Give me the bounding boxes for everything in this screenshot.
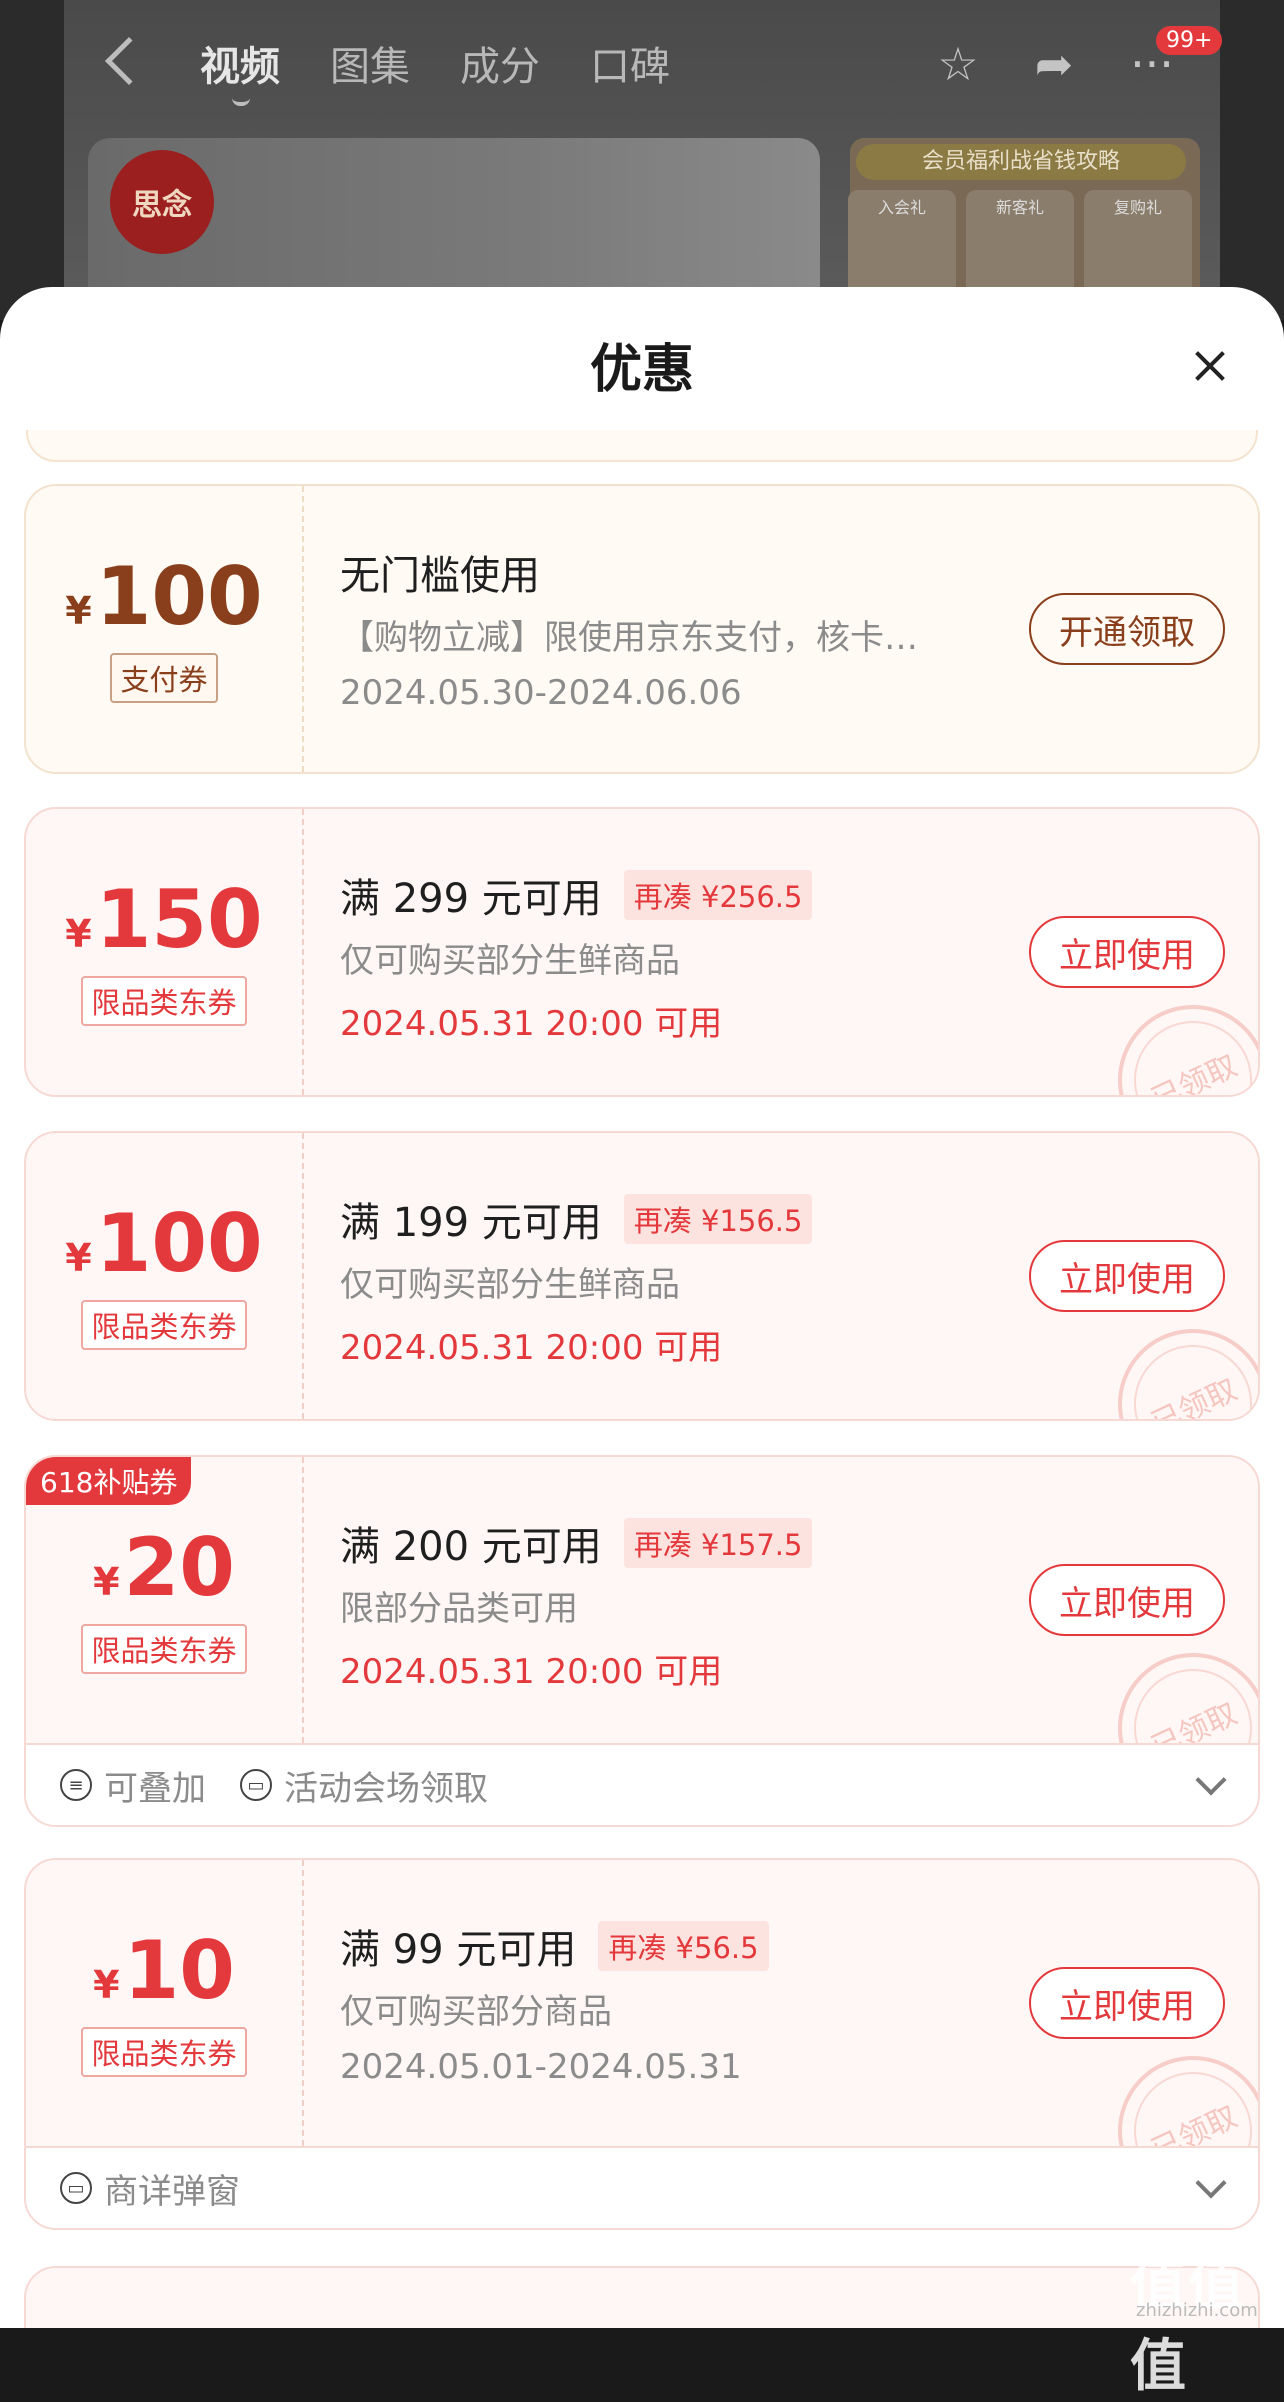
coupon-value: ¥ 100 支付券 (26, 486, 304, 772)
background-tabs: 视频 图集 成分 口碑 (200, 34, 670, 92)
currency-symbol: ¥ (65, 1236, 92, 1280)
use-now-button[interactable]: 立即使用 (1029, 916, 1225, 988)
coupon-type-tag: 限品类东券 (81, 2027, 247, 2077)
star-icon: ☆ (937, 37, 979, 91)
coupon-card: 618补贴券 ¥ 20 限品类东券 满 200 元可用 再凑 ¥157.5 限部… (24, 1455, 1260, 1827)
coupon-desc: 仅可购买部分生鲜商品 (340, 941, 680, 981)
activate-claim-button[interactable]: 开通领取 (1029, 593, 1225, 665)
coupon-footer[interactable]: ≡ 可叠加 ▭ 活动会场领取 (26, 1743, 1258, 1825)
coupon-desc: 限部分品类可用 (340, 1589, 578, 1629)
coupon-card: ¥ 100 支付券 无门槛使用 【购物立减】限使用京东支付，核卡… 2024.0… (24, 484, 1260, 774)
brand-logo: 思念 (110, 150, 214, 254)
ticket-icon: ▭ (240, 1769, 272, 1801)
member-benefits-title: 会员福利战省钱攻略 (856, 144, 1186, 180)
watermark-logo: 值值值 (1130, 2253, 1246, 2399)
coupon-info: 满 99 元可用 再凑 ¥56.5 仅可购买部分商品 2024.05.01-20… (340, 1916, 1010, 2087)
currency-symbol: ¥ (93, 1963, 120, 2007)
currency-symbol: ¥ (65, 589, 92, 633)
source-label: 活动会场领取 (284, 1768, 488, 1809)
use-now-button[interactable]: 立即使用 (1029, 1967, 1225, 2039)
chevron-down-icon[interactable] (1195, 2167, 1227, 2199)
coupon-type-tag: 支付券 (110, 653, 218, 703)
tab-gallery: 图集 (330, 44, 410, 90)
coupon-date: 2024.05.30-2024.06.06 (340, 673, 742, 713)
claimed-stamp: 已领取 (1093, 1304, 1258, 1419)
notification-badge: 99+ (1156, 26, 1223, 55)
source-info: ▭ 活动会场领取 (240, 1761, 488, 1810)
coupon-amount: 10 (123, 1924, 235, 2017)
currency-symbol: ¥ (93, 1560, 120, 1604)
tab-ingredients: 成分 (460, 44, 540, 90)
stackable-label: 可叠加 (104, 1768, 206, 1809)
coupon-amount: 20 (123, 1521, 235, 1614)
source-label: 商详弹窗 (104, 2171, 240, 2212)
coupon-condition: 满 199 元可用 (340, 1200, 602, 1246)
coupon-amount: 100 (95, 1197, 263, 1290)
use-now-button[interactable]: 立即使用 (1029, 1240, 1225, 1312)
coupon-card-partial (26, 430, 1258, 462)
coupon-desc: 【购物立减】限使用京东支付，核卡… (340, 618, 918, 658)
coupon-date: 2024.05.31 20:00 可用 (340, 1004, 723, 1044)
coupon-type-tag: 限品类东券 (81, 1300, 247, 1350)
coupon-type-tag: 限品类东券 (81, 1624, 247, 1674)
coupon-card: ¥ 10 限品类东券 满 99 元可用 再凑 ¥56.5 仅可购买部分商品 20… (24, 1858, 1260, 2230)
coupon-type-tag: 限品类东券 (81, 976, 247, 1026)
coupon-desc: 仅可购买部分生鲜商品 (340, 1265, 680, 1305)
stack-icon: ≡ (60, 1769, 92, 1801)
coupon-date: 2024.05.31 20:00 可用 (340, 1328, 723, 1368)
currency-symbol: ¥ (65, 912, 92, 956)
watermark-url: zhizhizhi.com (1136, 2300, 1258, 2321)
coupon-list[interactable]: ¥ 100 支付券 无门槛使用 【购物立减】限使用京东支付，核卡… 2024.0… (0, 430, 1284, 2328)
remaining-amount-pill: 再凑 ¥56.5 (598, 1921, 769, 1971)
remaining-amount-pill: 再凑 ¥157.5 (623, 1518, 813, 1568)
source-info: ▭ 商详弹窗 (60, 2164, 240, 2213)
coupon-date: 2024.05.01-2024.05.31 (340, 2047, 742, 2087)
coupon-date: 2024.05.31 20:00 可用 (340, 1652, 723, 1692)
use-now-button[interactable]: 立即使用 (1029, 1564, 1225, 1636)
coupon-info: 满 299 元可用 再凑 ¥256.5 仅可购买部分生鲜商品 2024.05.3… (340, 865, 1010, 1045)
tab-reviews: 口碑 (590, 44, 670, 90)
remaining-amount-pill: 再凑 ¥156.5 (623, 1194, 813, 1244)
share-icon: ➦ (1034, 37, 1074, 91)
coupon-sheet: 优惠 ¥ 100 支付券 无门槛使用 【购物立减】限使用京东支付，核卡… 202… (0, 287, 1284, 2328)
chevron-down-icon[interactable] (1195, 1764, 1227, 1796)
coupon-value: ¥ 150 限品类东券 (26, 809, 304, 1095)
coupon-condition: 满 99 元可用 (340, 1927, 577, 1973)
back-icon (104, 36, 154, 86)
sheet-title: 优惠 (589, 340, 694, 400)
coupon-condition: 无门槛使用 (340, 553, 540, 599)
claimed-stamp: 已领取 (1093, 980, 1258, 1095)
stackable-info: ≡ 可叠加 (60, 1761, 206, 1810)
subsidy-corner-tag: 618补贴券 (26, 1457, 192, 1505)
coupon-amount: 100 (95, 550, 263, 643)
ticket-icon: ▭ (60, 2172, 92, 2204)
remaining-amount-pill: 再凑 ¥256.5 (623, 870, 813, 920)
coupon-value: ¥ 10 限品类东券 (26, 1860, 304, 2146)
coupon-condition: 满 200 元可用 (340, 1524, 602, 1570)
coupon-condition: 满 299 元可用 (340, 876, 602, 922)
active-tab-indicator (232, 92, 250, 106)
coupon-card: ¥ 100 限品类东券 满 199 元可用 再凑 ¥156.5 仅可购买部分生鲜… (24, 1131, 1260, 1421)
coupon-info: 满 199 元可用 再凑 ¥156.5 仅可购买部分生鲜商品 2024.05.3… (340, 1189, 1010, 1369)
background-app: 视频 图集 成分 口碑 ☆ ➦ ··· 99+ 思念 会员福利战省钱攻略 入会礼… (0, 0, 1284, 320)
close-icon[interactable] (1188, 345, 1232, 389)
coupon-value: ¥ 100 限品类东券 (26, 1133, 304, 1419)
tab-video: 视频 (200, 44, 280, 90)
coupon-card-partial (24, 2266, 1260, 2328)
coupon-footer[interactable]: ▭ 商详弹窗 (26, 2146, 1258, 2228)
coupon-card: ¥ 150 限品类东券 满 299 元可用 再凑 ¥256.5 仅可购买部分生鲜… (24, 807, 1260, 1097)
coupon-amount: 150 (95, 873, 263, 966)
coupon-info: 无门槛使用 【购物立减】限使用京东支付，核卡… 2024.05.30-2024.… (340, 542, 1010, 713)
background-nav-bar: 视频 图集 成分 口碑 ☆ ➦ ··· 99+ (0, 0, 1284, 130)
coupon-desc: 仅可购买部分商品 (340, 1992, 612, 2032)
coupon-info: 满 200 元可用 再凑 ¥157.5 限部分品类可用 2024.05.31 2… (340, 1513, 1010, 1693)
